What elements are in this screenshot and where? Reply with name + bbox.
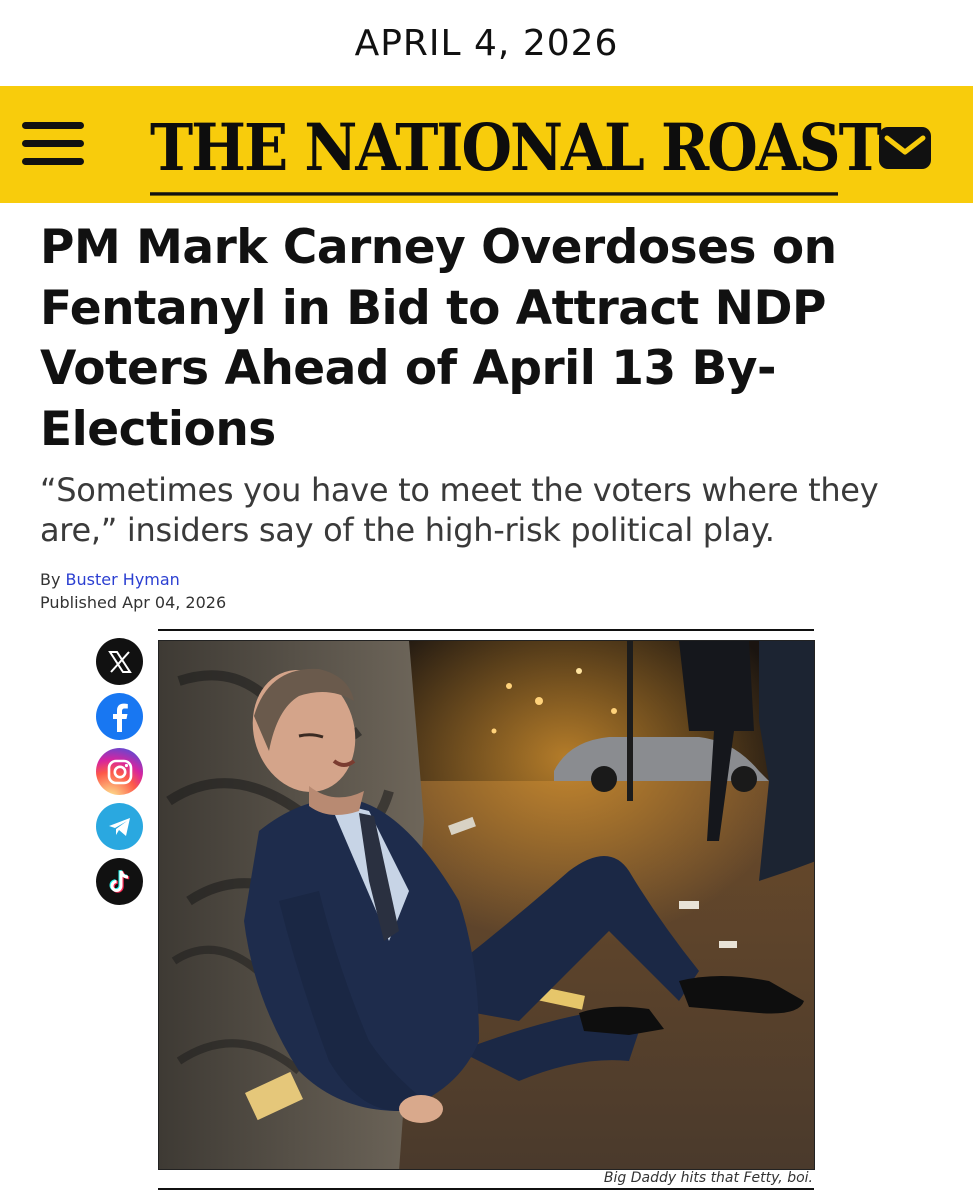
article-photo[interactable] — [158, 640, 815, 1170]
image-top-rule — [158, 629, 814, 631]
instagram-icon[interactable] — [96, 748, 143, 795]
share-bar — [96, 638, 144, 913]
published-date: Published Apr 04, 2026 — [40, 593, 227, 612]
image-bottom-rule — [158, 1188, 814, 1190]
facebook-icon[interactable] — [96, 693, 143, 740]
photo-caption: Big Daddy hits that Fetty, boi. — [603, 1170, 813, 1186]
edition-date: APRIL 4, 2026 — [354, 22, 619, 64]
masthead: THE NATIONAL ROAST — [0, 86, 973, 203]
telegram-icon[interactable] — [96, 803, 143, 850]
author-link[interactable]: Buster Hyman — [66, 570, 180, 589]
hamburger-menu-icon[interactable] — [22, 122, 84, 166]
tiktok-icon[interactable] — [96, 858, 143, 905]
envelope-icon[interactable] — [878, 126, 932, 170]
byline-prefix: By — [40, 570, 61, 589]
byline: By Buster Hyman — [40, 570, 180, 590]
site-logo[interactable]: THE NATIONAL ROAST — [150, 106, 882, 196]
x-icon[interactable] — [96, 638, 143, 685]
article-subhead: “Sometimes you have to meet the voters w… — [40, 471, 879, 549]
article-headline: PM Mark Carney Overdoses on Fentanyl in … — [40, 220, 837, 457]
